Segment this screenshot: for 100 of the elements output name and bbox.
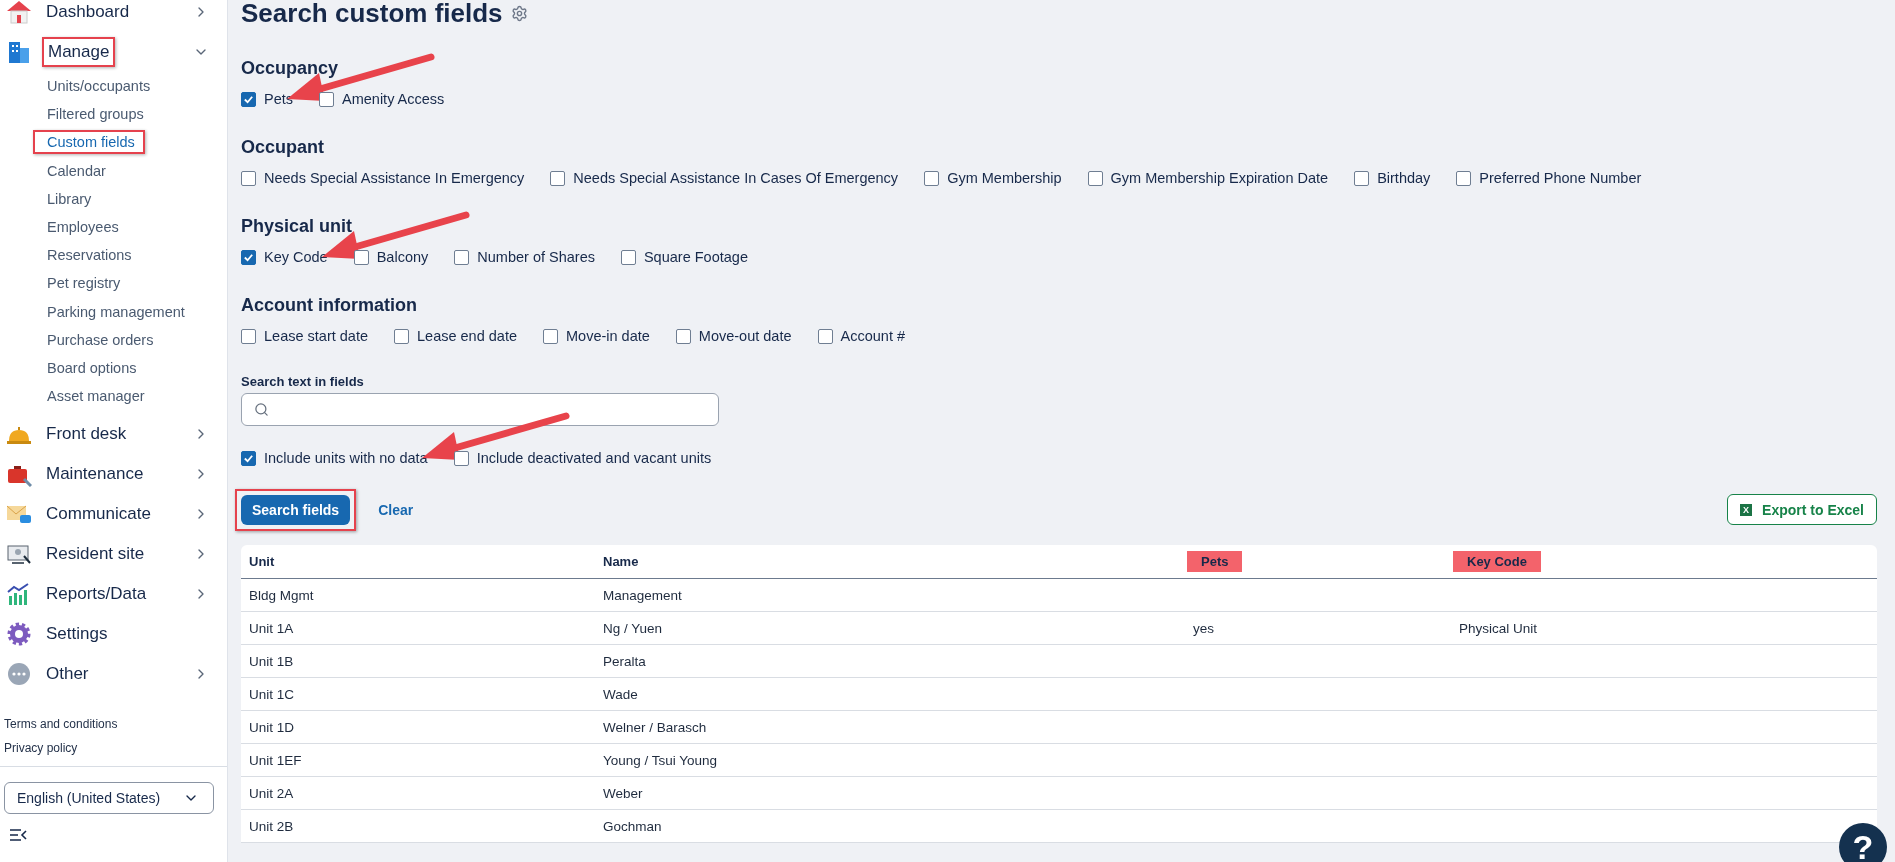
checkbox[interactable]: [675, 328, 691, 344]
settings-icon[interactable]: [510, 4, 528, 22]
collapse-menu-icon[interactable]: [9, 828, 27, 843]
nav-item[interactable]: Other: [0, 654, 227, 695]
spreadsheet-icon: X: [1740, 503, 1753, 516]
house-icon: [6, 0, 32, 25]
checkbox[interactable]: [550, 170, 566, 186]
section-heading: Occupant: [241, 137, 325, 158]
checkbox-option[interactable]: Gym Membership: [924, 170, 1062, 186]
checkbox[interactable]: [241, 170, 256, 186]
checkbox[interactable]: [1456, 170, 1472, 186]
nav-subitem[interactable]: Employees: [0, 212, 227, 242]
table-cell-text: Young / Tsui Young: [603, 752, 719, 768]
nav-subitem[interactable]: Custom fields: [0, 128, 227, 157]
checkbox[interactable]: [1354, 170, 1370, 186]
table-cell-text: Unit 1B: [249, 653, 295, 669]
search-field[interactable]: [241, 393, 719, 426]
nav-item[interactable]: Front desk: [0, 414, 227, 455]
nav-label: Reports/Data: [45, 583, 148, 606]
nav-label: Settings: [45, 623, 109, 646]
checkbox[interactable]: [241, 450, 256, 466]
checkbox[interactable]: [1087, 170, 1103, 186]
table-cell-text: Unit 1A: [249, 620, 295, 636]
checkbox-option[interactable]: Account #: [817, 328, 905, 344]
column-header: Pets: [1187, 551, 1243, 572]
nav-label: Communicate: [45, 503, 152, 526]
nav-item[interactable]: Reports/Data: [0, 574, 227, 615]
table-cell-text: Wade: [603, 686, 639, 702]
checkbox-option[interactable]: Balcony: [353, 249, 429, 265]
nav-label: Other: [45, 663, 90, 686]
nav-item[interactable]: Settings: [0, 614, 227, 655]
checkbox[interactable]: [241, 249, 256, 265]
nav-item[interactable]: Manage: [0, 32, 227, 72]
checkbox-option[interactable]: Amenity Access: [319, 91, 445, 107]
section-heading: Account information: [241, 295, 418, 316]
nav-label: Dashboard: [45, 1, 131, 23]
table-cell-text: Unit 1D: [249, 719, 295, 735]
checkbox-option[interactable]: Include deactivated and vacant units: [453, 450, 712, 466]
checkbox[interactable]: [319, 91, 334, 107]
table-cell-text: Gochman: [603, 818, 663, 834]
checkbox-option[interactable]: Move-in date: [543, 328, 650, 344]
checkbox-option[interactable]: Birthday: [1354, 170, 1431, 186]
checkbox-option[interactable]: Needs Special Assistance In Cases Of Emergency: [550, 170, 899, 186]
checkbox-option[interactable]: Move-out date: [675, 328, 792, 344]
checkbox[interactable]: [241, 91, 256, 107]
nav-subitem[interactable]: Purchase orders: [0, 325, 227, 354]
checkbox-option[interactable]: Number of Shares: [454, 249, 595, 265]
nav-label: Manage: [42, 37, 116, 67]
checkbox[interactable]: [241, 328, 256, 344]
column-header: Key Code: [1453, 551, 1541, 572]
table-cell-text: Weber: [603, 785, 644, 801]
nav-subitem[interactable]: Filtered groups: [0, 100, 227, 129]
nav-subitem[interactable]: Reservations: [0, 241, 227, 270]
checkbox[interactable]: [924, 170, 940, 186]
nav-item[interactable]: Maintenance: [0, 454, 227, 495]
nav-label: Maintenance: [45, 463, 145, 486]
check-icon: [243, 251, 254, 263]
search-icon: [254, 402, 269, 417]
checkbox-option[interactable]: Include units with no data: [241, 450, 428, 466]
nav-subitem[interactable]: Board options: [0, 353, 227, 383]
checkbox[interactable]: [620, 249, 636, 265]
checkbox[interactable]: [817, 328, 833, 344]
search-button[interactable]: Search fields: [241, 494, 351, 525]
checkbox[interactable]: [454, 249, 470, 265]
table-cell-text: Bldg Mgmt: [249, 587, 315, 603]
nav-item[interactable]: Dashboard: [0, 0, 227, 32]
footer-link[interactable]: Terms and conditions: [0, 712, 227, 737]
nav-label: Resident site: [45, 543, 146, 566]
export-button[interactable]: X Export to Excel: [1727, 494, 1877, 525]
nav-subitem[interactable]: Library: [0, 184, 227, 213]
field-label: Search text in fields: [241, 374, 365, 389]
table-cell-text: Unit 1C: [249, 686, 295, 702]
checkbox-option[interactable]: Preferred Phone Number: [1456, 170, 1642, 186]
checkbox-option[interactable]: Pets: [241, 91, 293, 107]
clear-button[interactable]: Clear: [372, 500, 420, 519]
table-cell-text: Unit 2B: [249, 818, 295, 834]
nav-item[interactable]: Resident site: [0, 534, 227, 575]
nav-subitem[interactable]: Pet registry: [0, 269, 227, 298]
checkbox-option[interactable]: Gym Membership Expiration Date: [1087, 170, 1329, 186]
checkbox[interactable]: [543, 328, 558, 344]
footer-link[interactable]: Privacy policy: [0, 736, 227, 761]
checkbox-option[interactable]: Lease end date: [394, 328, 517, 344]
checkbox-option[interactable]: Lease start date: [241, 328, 368, 344]
checkbox-option[interactable]: Square Footage: [620, 249, 748, 265]
nav-subitem[interactable]: Parking management: [0, 297, 227, 326]
nav-subitem[interactable]: Units/occupants: [0, 72, 227, 101]
nav-subitem[interactable]: Asset manager: [0, 382, 227, 411]
help-button[interactable]: ?: [1839, 823, 1887, 862]
checkbox[interactable]: [394, 328, 409, 344]
table-cell-text: Welner / Barasch: [603, 719, 708, 735]
checkbox-option[interactable]: Key Code: [241, 249, 328, 265]
table-cell-text: Peralta: [603, 653, 647, 669]
table-cell-text: Physical Unit: [1459, 620, 1539, 636]
page-title: Search custom fields: [241, 0, 1877, 28]
nav-item[interactable]: Communicate: [0, 494, 227, 535]
checkbox-option[interactable]: Needs Special Assistance In Emergency: [241, 170, 525, 186]
nav-subitem[interactable]: Calendar: [0, 156, 227, 185]
language-select[interactable]: English (United States): [4, 782, 214, 815]
table-cell-text: Management: [603, 587, 683, 603]
section-heading: Occupancy: [241, 58, 340, 79]
